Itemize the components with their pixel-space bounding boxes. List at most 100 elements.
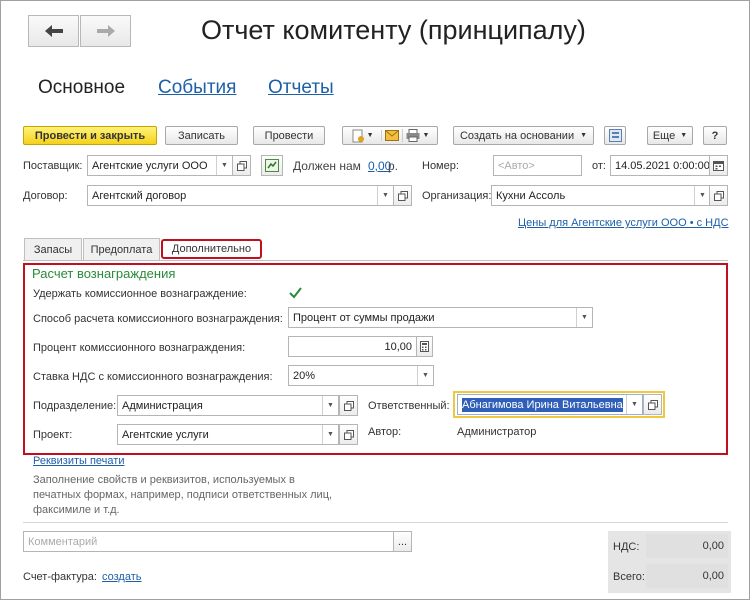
grand-total-label: Всего: <box>613 571 645 583</box>
division-label: Подразделение: <box>33 400 117 412</box>
project-field[interactable]: Агентские услуги ▼ <box>117 424 339 445</box>
supplier-value: Агентские услуги ООО <box>92 159 208 172</box>
vat-field[interactable]: 20% ▼ <box>288 365 434 386</box>
chevron-down-icon[interactable]: ▼ <box>322 425 338 444</box>
document-window: Отчет комитенту (принципалу) Основное Со… <box>0 0 750 600</box>
responsible-label: Ответственный: <box>368 400 450 412</box>
create-based-on-label: Создать на основании <box>459 129 575 142</box>
chevron-down-icon[interactable]: ▼ <box>377 186 393 205</box>
contract-open-button[interactable] <box>393 185 412 206</box>
responsible-field[interactable]: Абнагимова Ирина Витальевна ▼ <box>457 394 643 415</box>
method-value: Процент от суммы продажи <box>293 311 435 324</box>
supplier-label: Поставщик: <box>23 160 83 172</box>
project-open-button[interactable] <box>339 424 358 445</box>
forward-button[interactable] <box>80 15 131 47</box>
division-field[interactable]: Администрация ▼ <box>117 395 339 416</box>
structure-icon <box>608 129 622 142</box>
prices-link[interactable]: Цены для Агентские услуги ООО • с НДС <box>518 217 729 229</box>
post-and-close-button[interactable]: Провести и закрыть <box>23 126 157 145</box>
method-field[interactable]: Процент от суммы продажи ▼ <box>288 307 593 328</box>
tab-additional[interactable]: Дополнительно <box>161 239 262 259</box>
calendar-icon <box>713 161 724 171</box>
structure-button[interactable] <box>604 126 626 145</box>
date-field[interactable]: 14.05.2021 0:00:00 <box>610 155 710 176</box>
open-window-icon <box>397 190 408 201</box>
author-label: Автор: <box>368 426 402 438</box>
division-open-button[interactable] <box>339 395 358 416</box>
supplier-open-button[interactable] <box>232 155 251 176</box>
vat-total-label: НДС: <box>613 541 640 553</box>
vat-value: 20% <box>293 369 316 382</box>
chevron-down-icon[interactable]: ▼ <box>367 132 374 139</box>
supplier-field[interactable]: Агентские услуги ООО ▼ <box>87 155 233 176</box>
tab-events[interactable]: События <box>158 77 236 99</box>
footer-divider <box>23 522 728 523</box>
percent-label: Процент комиссионного вознаграждения: <box>33 342 246 354</box>
chevron-down-icon[interactable]: ▼ <box>322 396 338 415</box>
chevron-down-icon[interactable]: ▼ <box>417 366 433 385</box>
open-window-icon <box>236 160 247 171</box>
invoice-create-link[interactable]: создать <box>102 571 141 583</box>
open-window-icon <box>713 190 724 201</box>
chevron-down-icon[interactable]: ▼ <box>576 308 592 327</box>
calculator-button[interactable] <box>416 336 433 357</box>
chevron-down-icon[interactable]: ▼ <box>216 156 232 175</box>
withhold-label: Удержать комиссионное вознаграждение: <box>33 288 247 300</box>
method-label: Способ расчета комиссионного вознагражде… <box>33 313 283 325</box>
withhold-checkbox[interactable] <box>288 285 303 300</box>
author-value: Администратор <box>457 426 537 438</box>
invoice-label: Счет-фактура: <box>23 571 97 583</box>
org-field[interactable]: Кухни Ассоль ▼ <box>491 185 711 206</box>
chevron-down-icon[interactable]: ▼ <box>694 186 710 205</box>
reward-section-title: Расчет вознаграждения <box>32 266 176 281</box>
tab-divider <box>23 260 728 261</box>
division-value: Администрация <box>122 399 203 412</box>
open-window-icon <box>647 399 658 410</box>
contract-field[interactable]: Агентский договор ▼ <box>87 185 394 206</box>
more-button[interactable]: Еще ▼ <box>647 126 693 145</box>
responsible-value: Абнагимова Ирина Витальевна <box>462 397 623 412</box>
page-title: Отчет комитенту (принципалу) <box>201 15 586 45</box>
settlements-icon <box>265 159 279 172</box>
owes-currency: р. <box>388 159 399 173</box>
open-window-icon <box>343 400 354 411</box>
comment-expand-button[interactable]: ... <box>393 531 412 552</box>
post-button[interactable]: Провести <box>253 126 325 145</box>
create-based-on-button[interactable]: Создать на основании ▼ <box>453 126 594 145</box>
calendar-button[interactable] <box>709 155 728 176</box>
vat-label: Ставка НДС с комиссионного вознаграждени… <box>33 371 273 383</box>
tab-main[interactable]: Основное <box>38 77 125 99</box>
chevron-down-icon[interactable]: ▼ <box>423 132 430 139</box>
comment-field[interactable]: Комментарий <box>23 531 394 552</box>
print-description: Заполнение свойств и реквизитов, использ… <box>33 473 332 518</box>
project-value: Агентские услуги <box>122 428 209 441</box>
number-label: Номер: <box>422 160 459 172</box>
tab-stocks[interactable]: Запасы <box>24 238 82 260</box>
arrow-left-icon <box>44 25 63 37</box>
tab-prepayment[interactable]: Предоплата <box>83 238 160 260</box>
help-button[interactable]: ? <box>703 126 727 145</box>
percent-field[interactable]: 10,00 <box>288 336 417 357</box>
print-requisites-link[interactable]: Реквизиты печати <box>33 455 124 467</box>
print-description-line: факсимиле и т.д. <box>33 504 120 516</box>
chevron-down-icon[interactable]: ▼ <box>626 395 642 414</box>
org-label: Организация: <box>422 190 492 202</box>
printer-icon[interactable] <box>401 129 420 142</box>
contract-value: Агентский договор <box>92 189 187 202</box>
number-field[interactable]: <Авто> <box>493 155 582 176</box>
chevron-down-icon: ▼ <box>680 132 688 139</box>
grand-total-value: 0,00 <box>646 564 728 588</box>
mail-icon[interactable] <box>380 130 399 141</box>
org-open-button[interactable] <box>709 185 728 206</box>
document-create-icon[interactable] <box>351 129 365 143</box>
tab-reports[interactable]: Отчеты <box>268 77 334 99</box>
settlement-button[interactable] <box>261 155 283 176</box>
checkmark-icon <box>289 287 302 299</box>
chevron-down-icon: ▼ <box>580 132 588 139</box>
calculator-icon <box>420 341 429 352</box>
print-description-line: Заполнение свойств и реквизитов, использ… <box>33 474 295 486</box>
print-description-line: печатных формах, например, подписи ответ… <box>33 489 333 501</box>
responsible-open-button[interactable] <box>643 394 662 415</box>
back-button[interactable] <box>28 15 79 47</box>
save-button[interactable]: Записать <box>165 126 238 145</box>
